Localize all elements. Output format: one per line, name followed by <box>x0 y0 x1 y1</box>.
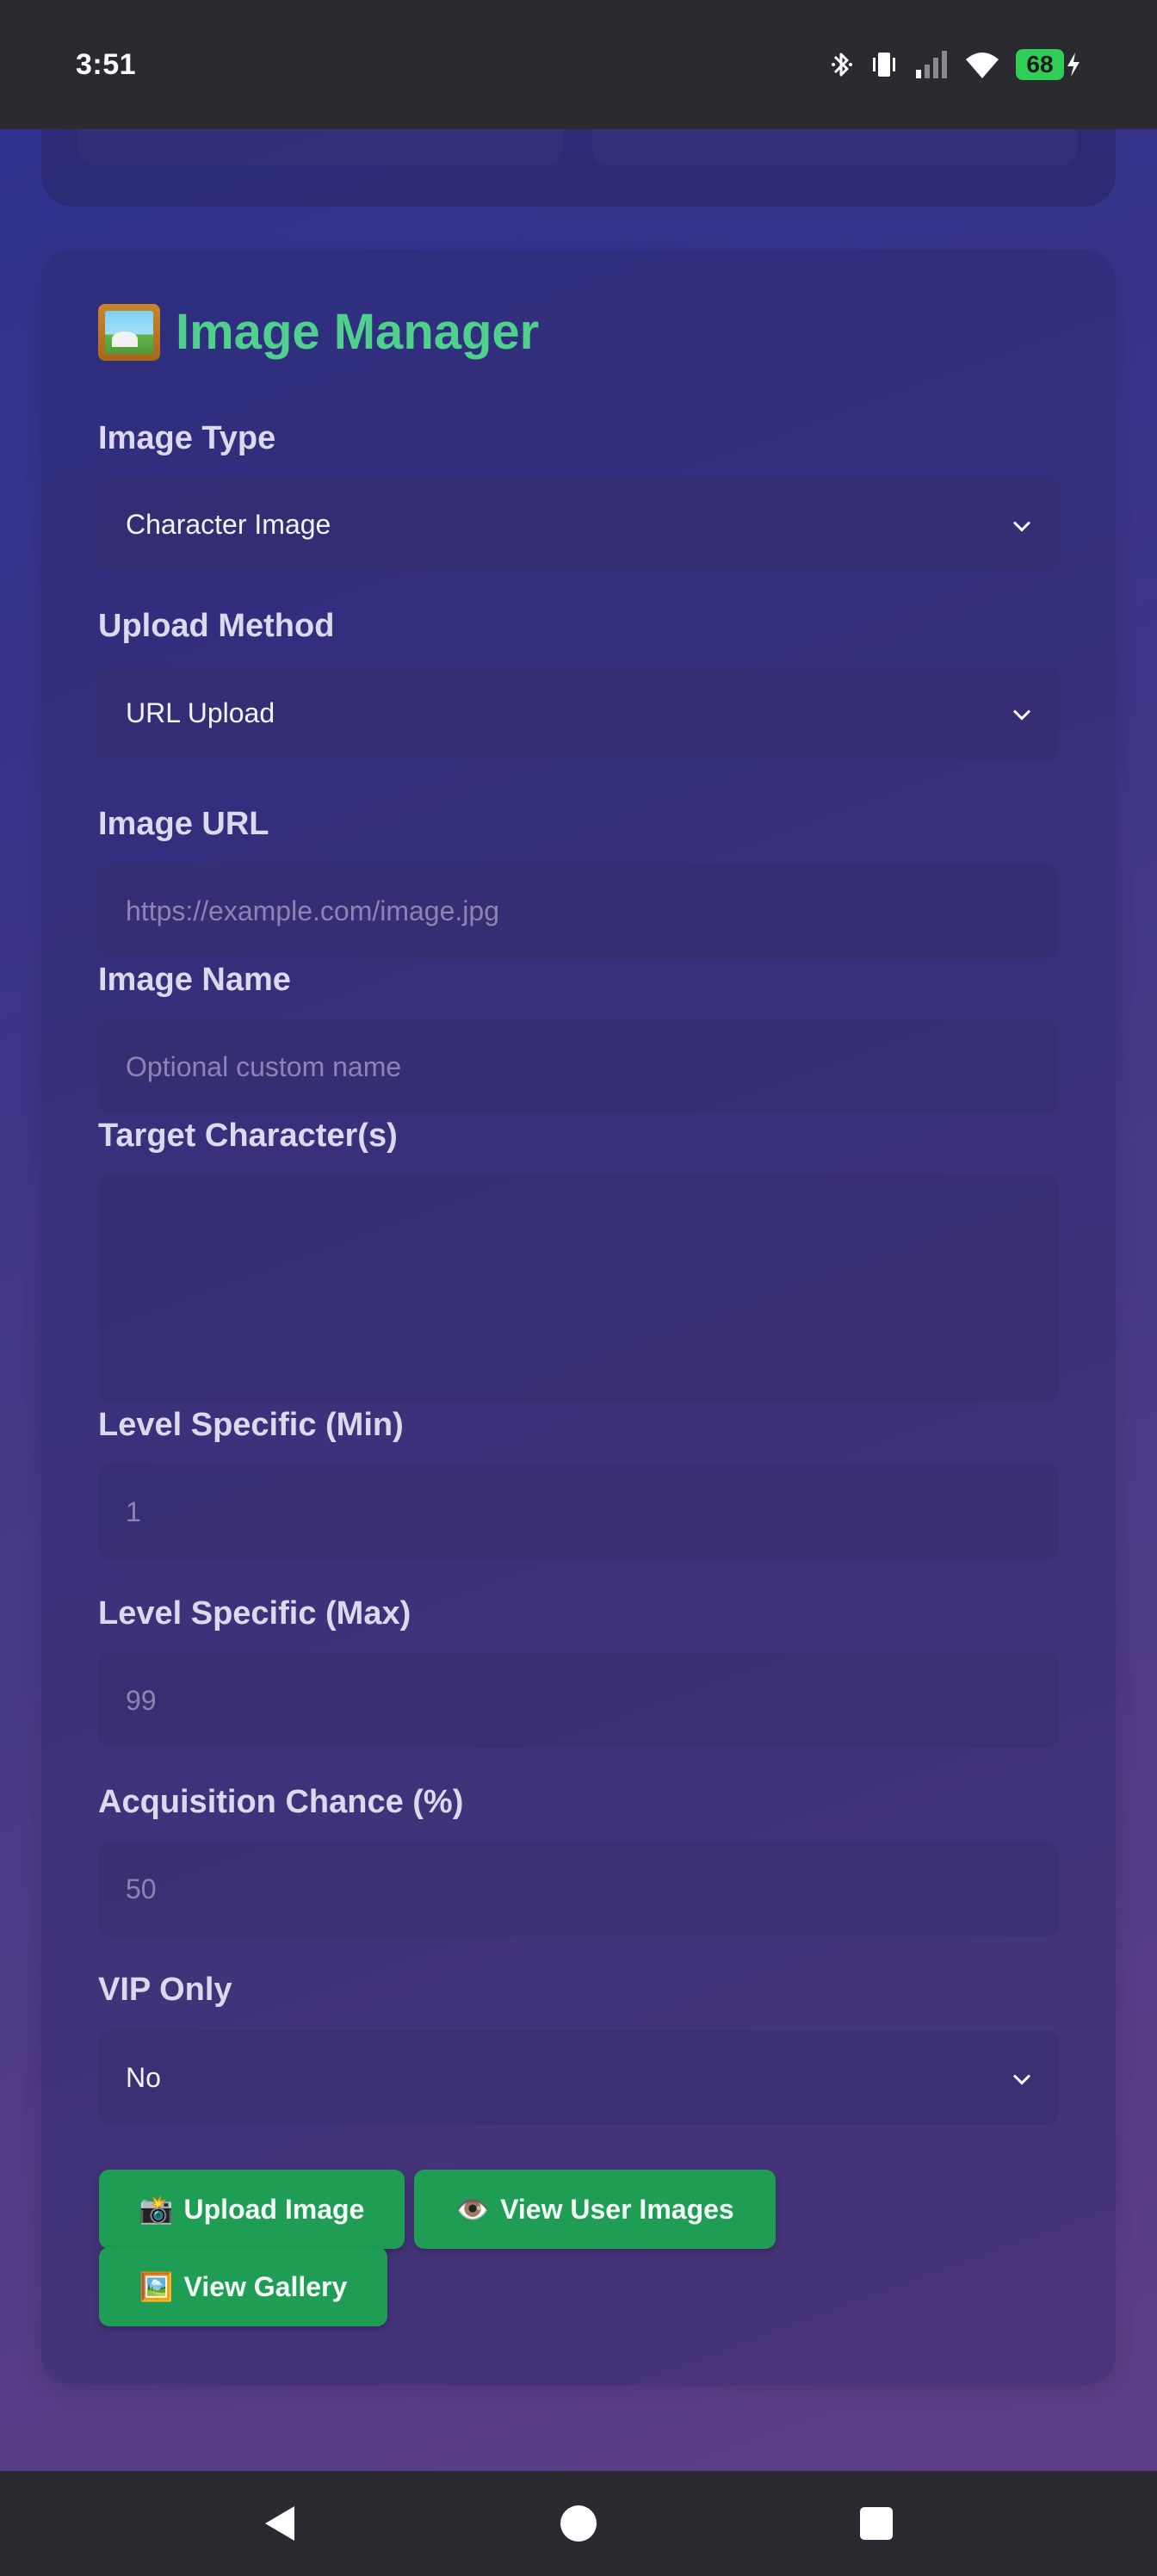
status-bar: 3:51 68 <box>0 0 1157 129</box>
framed-picture-icon <box>98 303 160 361</box>
level-max-placeholder: 99 <box>126 1684 157 1716</box>
recents-icon[interactable] <box>825 2471 928 2576</box>
image-type-select[interactable]: Character Image <box>98 477 1059 572</box>
upload-method-label: Upload Method <box>98 608 335 644</box>
upload-image-label: Upload Image <box>183 2193 365 2225</box>
chevron-down-icon <box>1011 697 1033 729</box>
image-type-value: Character Image <box>126 508 331 540</box>
image-name-placeholder: Optional custom name <box>126 1050 402 1082</box>
back-icon[interactable] <box>227 2471 331 2576</box>
image-name-input[interactable]: Optional custom name <box>98 1019 1059 1114</box>
status-icons: 68 <box>830 49 1081 80</box>
vip-only-select[interactable]: No <box>98 2030 1059 2125</box>
navigation-bar <box>0 2471 1157 2576</box>
level-min-label: Level Specific (Min) <box>98 1407 404 1443</box>
acquisition-chance-label: Acquisition Chance (%) <box>98 1784 464 1820</box>
wifi-icon <box>964 49 1000 80</box>
bluetooth-icon <box>830 49 854 80</box>
image-url-input[interactable]: https://example.com/image.jpg <box>98 864 1059 958</box>
image-name-label: Image Name <box>98 962 291 998</box>
acquisition-chance-input[interactable]: 50 <box>98 1842 1059 1936</box>
battery-level: 68 <box>1016 49 1064 80</box>
view-user-images-button[interactable]: 👁️ View User Images <box>414 2170 776 2249</box>
framed-picture-icon: 🖼️ <box>139 2271 174 2302</box>
level-max-input[interactable]: 99 <box>98 1653 1059 1748</box>
camera-flash-icon: 📸 <box>139 2194 174 2225</box>
home-icon[interactable] <box>527 2471 630 2576</box>
image-type-label: Image Type <box>98 420 276 456</box>
battery-icon: 68 <box>1016 49 1081 80</box>
card-title-text: Image Manager <box>176 304 540 360</box>
image-url-label: Image URL <box>98 806 269 842</box>
upload-method-select[interactable]: URL Upload <box>98 666 1059 760</box>
upload-method-value: URL Upload <box>126 697 275 728</box>
status-time: 3:51 <box>76 47 137 81</box>
card-title: Image Manager <box>98 303 539 361</box>
vip-only-label: VIP Only <box>98 1972 232 2008</box>
view-user-images-label: View User Images <box>500 2193 734 2225</box>
signal-icon <box>914 49 949 80</box>
image-manager-card: Image Manager Image Type Character Image… <box>41 250 1116 2385</box>
level-max-label: Level Specific (Max) <box>98 1595 411 1632</box>
acquisition-chance-placeholder: 50 <box>126 1873 157 1904</box>
target-characters-textarea[interactable] <box>98 1175 1059 1403</box>
view-gallery-label: View Gallery <box>183 2270 348 2302</box>
chevron-down-icon <box>1011 509 1033 541</box>
level-min-placeholder: 1 <box>126 1495 141 1527</box>
upload-image-button[interactable]: 📸 Upload Image <box>99 2170 405 2249</box>
image-url-placeholder: https://example.com/image.jpg <box>126 895 499 926</box>
vibrate-icon <box>869 49 899 80</box>
chevron-down-icon <box>1011 2062 1033 2094</box>
view-gallery-button[interactable]: 🖼️ View Gallery <box>99 2247 387 2326</box>
level-min-input[interactable]: 1 <box>98 1464 1059 1559</box>
target-characters-label: Target Character(s) <box>98 1118 398 1154</box>
charging-icon <box>1066 52 1081 77</box>
vip-only-value: No <box>126 2061 161 2093</box>
eye-icon: 👁️ <box>455 2194 491 2225</box>
